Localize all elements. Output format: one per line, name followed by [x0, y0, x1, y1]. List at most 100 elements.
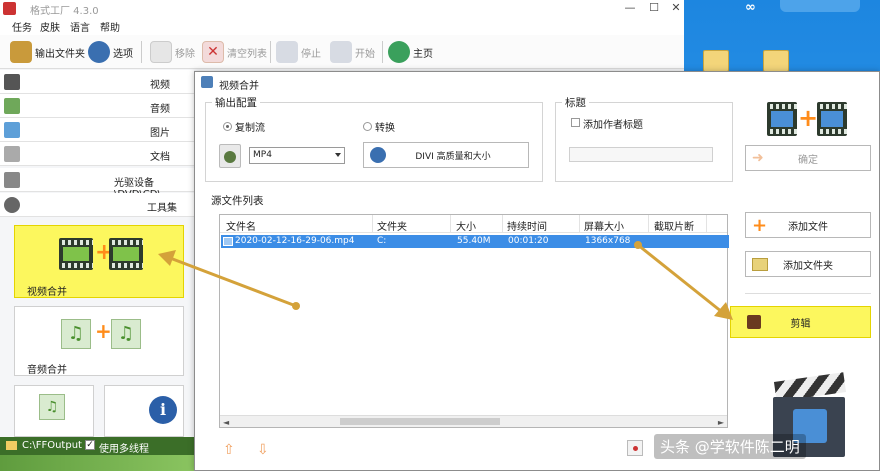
home-globe-icon [388, 41, 410, 63]
transcode-radio[interactable]: 转换 [363, 119, 395, 134]
multithread-label: 使用多线程 [99, 444, 149, 455]
video-merge-tile[interactable]: + 视频合并 [14, 225, 184, 298]
chevron-down-icon [335, 153, 341, 157]
format-select[interactable]: MP4 [249, 147, 345, 164]
start-button[interactable]: 开始 [330, 39, 375, 65]
category-optical-drive[interactable]: 光驱设备\DVD\CD\ [0, 168, 194, 200]
author-title-input[interactable] [569, 147, 713, 162]
film-strip-icon [109, 238, 143, 270]
menu-skin[interactable]: 皮肤 [40, 19, 60, 34]
menu-bar: 任务 皮肤 语言 帮助 [0, 17, 684, 35]
category-audio[interactable]: 音频 [0, 94, 194, 118]
audio-file-icon: ♫ [111, 319, 141, 349]
app-logo-icon [3, 2, 16, 15]
home-button[interactable]: 主页 [388, 39, 433, 65]
plus-icon: + [95, 319, 112, 343]
category-image[interactable]: 图片 [0, 118, 194, 142]
menu-task[interactable]: 任务 [12, 19, 32, 34]
window-title: 格式工厂 4.3.0 [30, 6, 99, 17]
taskbar-strip [0, 455, 194, 471]
multithread-checkbox[interactable]: ✓ [85, 440, 95, 450]
toolbar-separator [141, 41, 142, 63]
film-strip-icon [767, 102, 797, 136]
info-icon: i [149, 396, 177, 424]
minimize-button[interactable]: — [618, 0, 642, 17]
remove-button[interactable]: 移除 [150, 39, 195, 65]
stop-button[interactable]: 停止 [276, 39, 321, 65]
table-row[interactable]: 2020-02-12-16-29-06.mp4 C: 55.40M 00:01:… [221, 235, 729, 248]
film-strip-icon [59, 238, 93, 270]
output-folder-button[interactable]: 输出文件夹 [10, 39, 85, 65]
maximize-button[interactable]: ☐ [642, 0, 666, 17]
document-icon [4, 146, 20, 162]
audio-convert-tile[interactable]: ♫ [14, 385, 94, 437]
watermark: 头条 @学软件陈二明 [654, 434, 806, 459]
title-group: 标题 [555, 95, 733, 182]
source-list-label: 源文件列表 [211, 195, 264, 207]
desktop-folder-icon[interactable] [763, 50, 789, 72]
image-picture-icon [4, 122, 20, 138]
toolset-gear-icon [4, 197, 20, 213]
audio-file-icon: ♫ [39, 394, 65, 420]
dialog-title-bar: 视频合并 [195, 72, 879, 92]
desktop-folder-icon[interactable] [703, 50, 729, 72]
delete-icon[interactable] [627, 440, 643, 456]
audio-merge-tile[interactable]: ♫ + ♫ 音频合并 [14, 306, 184, 376]
audio-file-icon: ♫ [61, 319, 91, 349]
scroll-left-icon[interactable]: ◄ [223, 418, 229, 427]
video-film-icon [4, 74, 20, 90]
category-document[interactable]: 文档 [0, 142, 194, 166]
divider [745, 293, 871, 294]
options-button[interactable]: 选项 [88, 39, 133, 65]
list-header: 文件名 文件夹 大小 持续时间 屏幕大小 截取片断 [220, 215, 727, 233]
clip-button[interactable]: 剪辑 [730, 306, 871, 338]
horizontal-scrollbar[interactable]: ◄ ► [220, 415, 727, 427]
move-up-icon[interactable]: ⇧ [223, 442, 235, 458]
col-size[interactable]: 大小 [456, 218, 476, 233]
status-bar: C:\FFOutput ✓ 使用多线程 [0, 437, 194, 455]
start-play-icon [330, 41, 352, 63]
col-folder[interactable]: 文件夹 [377, 218, 407, 233]
toolbar-separator [270, 41, 271, 63]
confirm-button[interactable]: ➜ 确定 [745, 145, 871, 171]
clear-x-icon: ✕ [202, 41, 224, 63]
col-screen-size[interactable]: 屏幕大小 [584, 218, 624, 233]
move-down-icon[interactable]: ⇩ [257, 442, 269, 458]
col-clip[interactable]: 截取片断 [654, 218, 694, 233]
category-video[interactable]: 视频 [0, 70, 194, 94]
menu-help[interactable]: 帮助 [100, 19, 120, 34]
video-file-icon [223, 237, 233, 246]
plus-icon: + [798, 104, 819, 132]
tray-button[interactable] [780, 0, 860, 12]
output-path[interactable]: C:\FFOutput [22, 440, 82, 451]
col-filename[interactable]: 文件名 [226, 218, 256, 233]
output-folder-icon [10, 41, 32, 63]
add-file-button[interactable]: + 添加文件 [745, 212, 871, 238]
film-strip-icon [817, 102, 847, 136]
dialog-title: 视频合并 [219, 81, 259, 92]
toolbar-separator [382, 41, 383, 63]
close-button[interactable]: ✕ [664, 0, 688, 17]
col-duration[interactable]: 持续时间 [507, 218, 547, 233]
optical-drive-icon [4, 172, 20, 188]
category-toolset[interactable]: 工具集 [0, 193, 194, 217]
menu-language[interactable]: 语言 [70, 19, 90, 34]
title-bar: 格式工厂 4.3.0 — ☐ ✕ [0, 0, 684, 17]
remove-document-icon [150, 41, 172, 63]
add-folder-button[interactable]: 添加文件夹 [745, 251, 871, 277]
scroll-thumb[interactable] [340, 418, 500, 425]
quality-button[interactable]: DIVI 高质量和大小 [363, 142, 529, 168]
tray-app-icon[interactable]: ∞ [745, 0, 767, 16]
toolbar: 输出文件夹 选项 移除 ✕ 清空列表 停止 开始 主页 [0, 35, 684, 69]
video-merge-dialog: 视频合并 输出配置 复制流 转换 MP4 DIVI 高质量和大小 标题 添加作者… [194, 71, 880, 471]
audio-note-icon [4, 98, 20, 114]
clear-list-button[interactable]: ✕ 清空列表 [202, 39, 267, 65]
copy-stream-radio[interactable]: 复制流 [223, 119, 265, 134]
scroll-right-icon[interactable]: ► [718, 418, 724, 427]
folder-icon [6, 441, 17, 450]
media-info-tile[interactable]: i [104, 385, 184, 437]
options-gear-icon [88, 41, 110, 63]
mp4-format-icon [219, 144, 241, 168]
source-file-list[interactable]: 文件名 文件夹 大小 持续时间 屏幕大小 截取片断 2020-02-12-16-… [219, 214, 729, 428]
add-author-title-checkbox[interactable] [571, 118, 580, 127]
